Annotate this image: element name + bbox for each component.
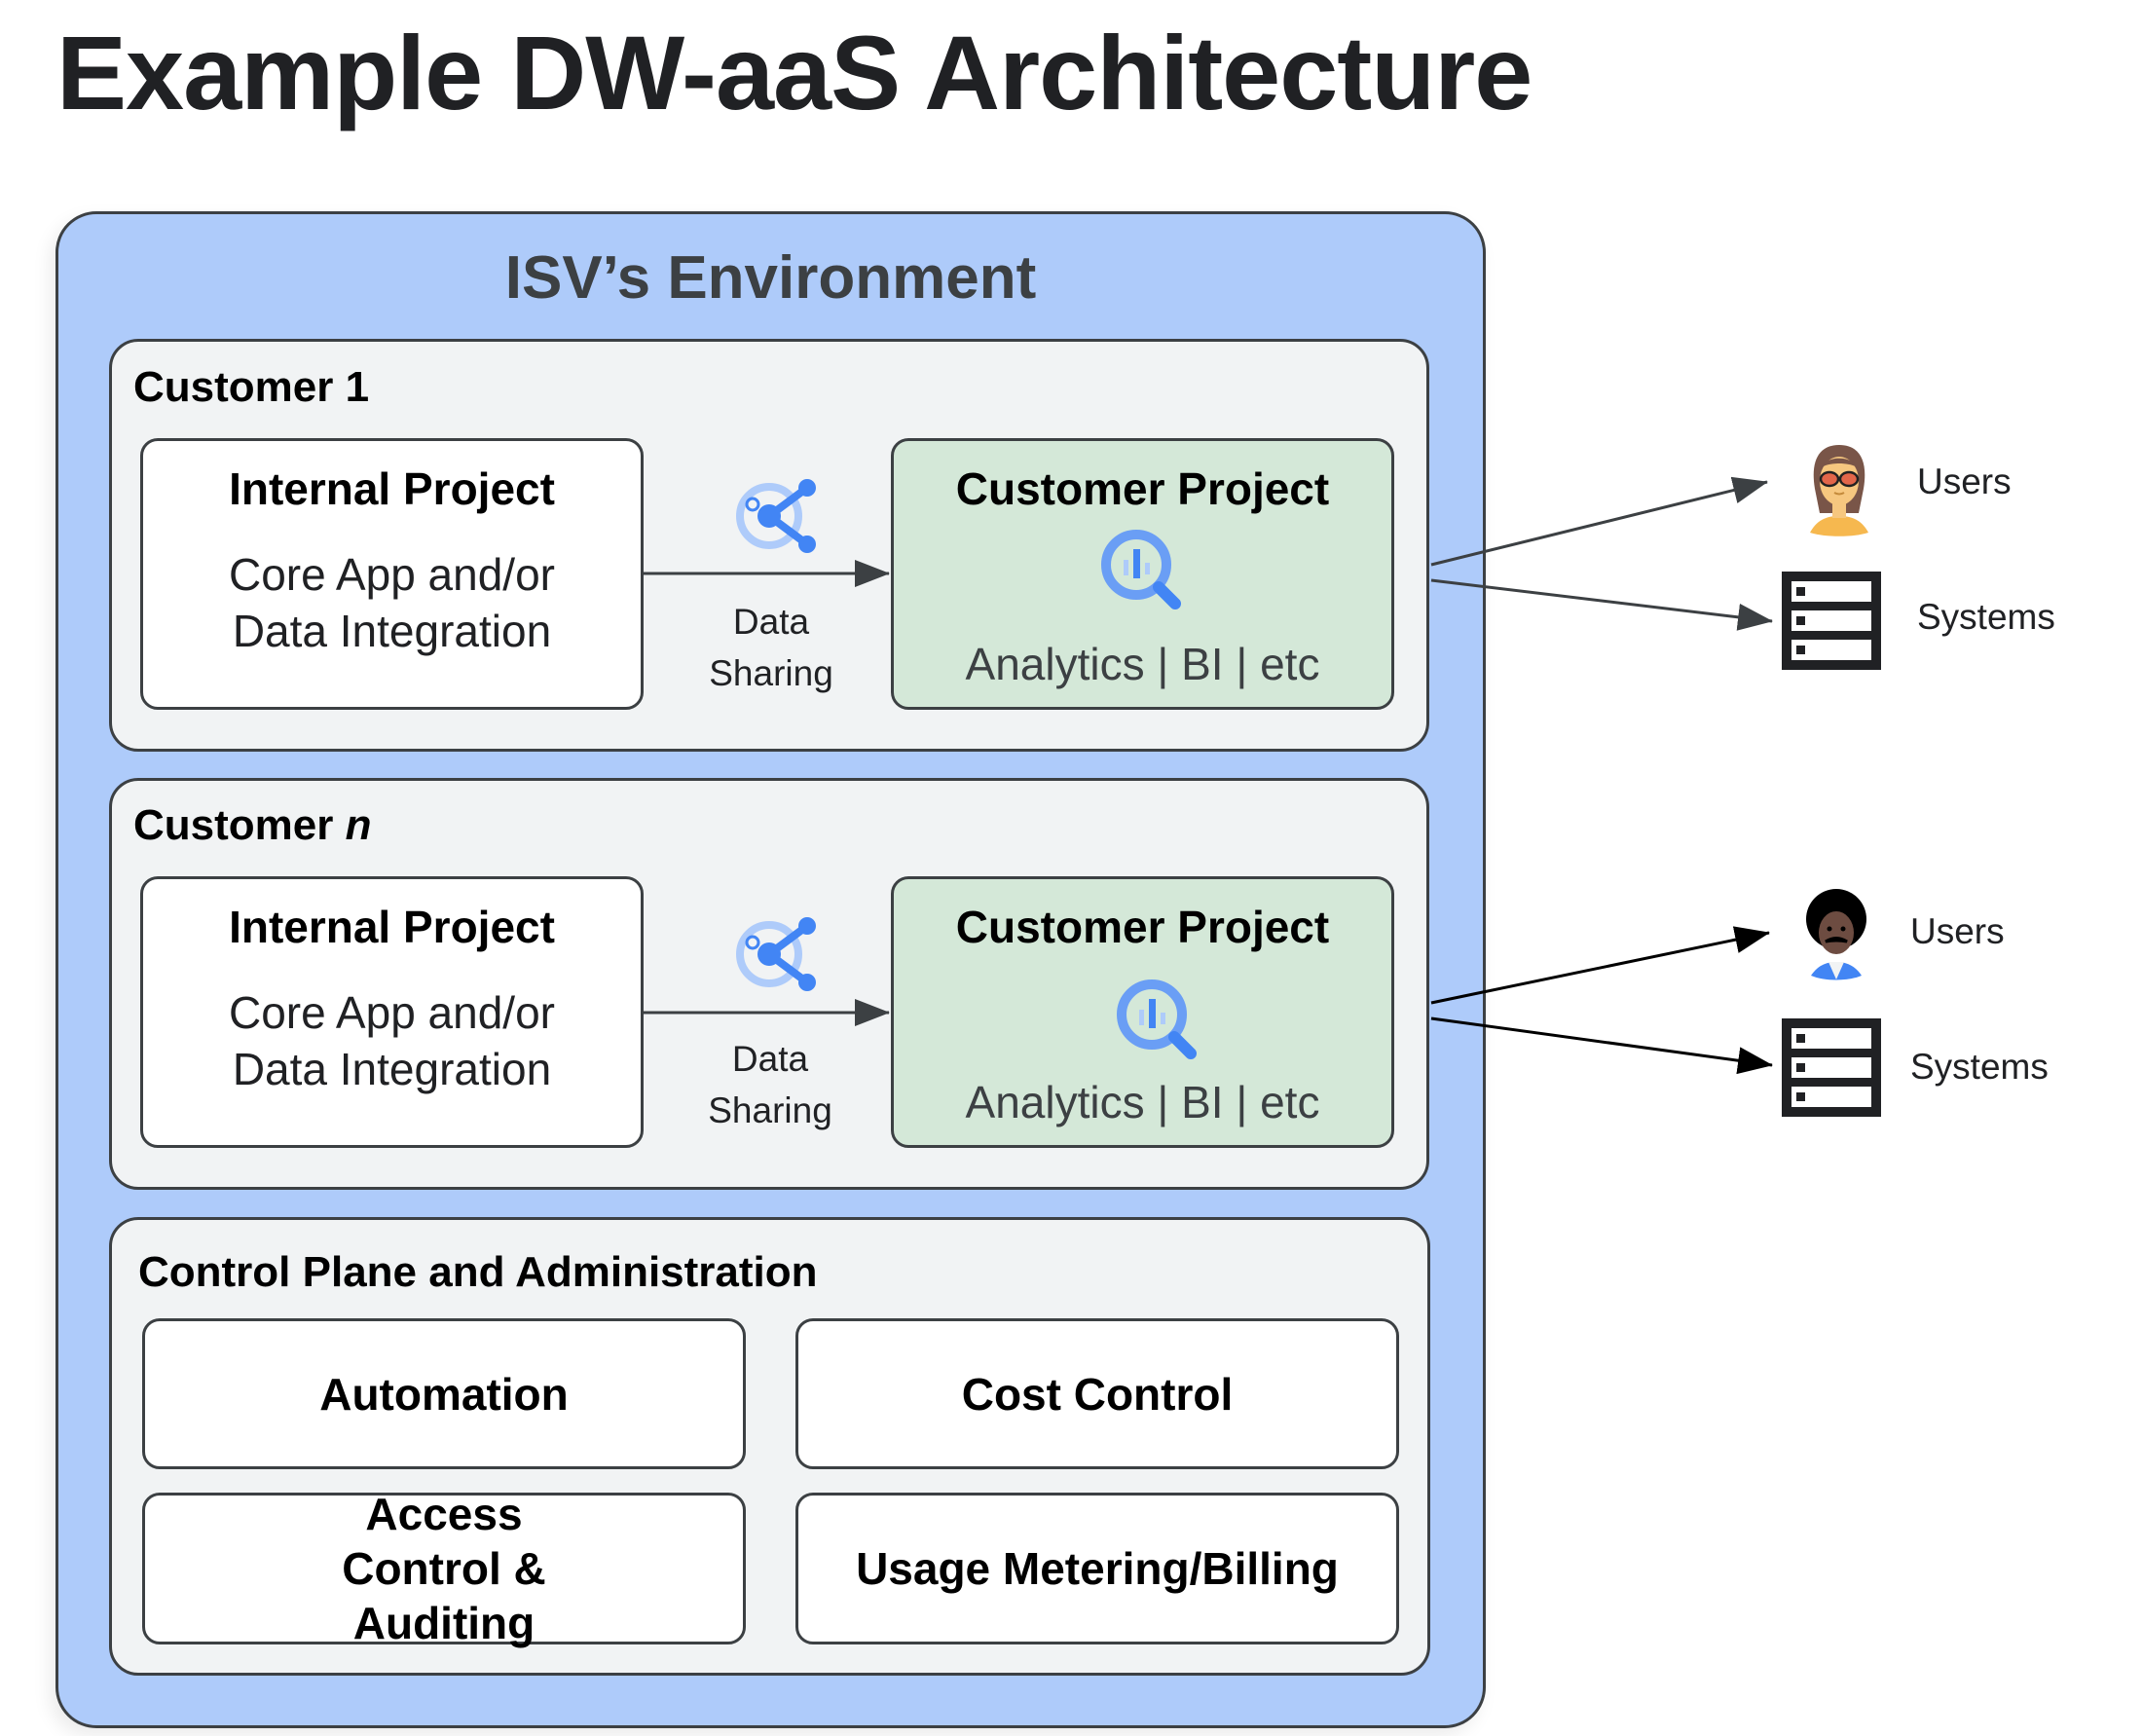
server-rack-icon: [1782, 1018, 1881, 1117]
to-users-arrow: [1430, 926, 1770, 1005]
server-rack-icon: [1782, 572, 1881, 670]
user-avatar-woman-icon: [1810, 445, 1868, 536]
to-users-arrow: [1430, 476, 1768, 567]
connectors-and-icons: [644, 445, 1881, 1117]
analytics-hub-share-icon: [736, 479, 816, 553]
user-avatar-man-icon: [1806, 889, 1866, 980]
to-systems-arrow: [1430, 578, 1773, 631]
bigquery-icon: [1117, 979, 1197, 1059]
to-systems-arrow: [1430, 1016, 1773, 1075]
analytics-hub-share-icon: [736, 917, 816, 991]
bigquery-icon: [1101, 530, 1181, 609]
